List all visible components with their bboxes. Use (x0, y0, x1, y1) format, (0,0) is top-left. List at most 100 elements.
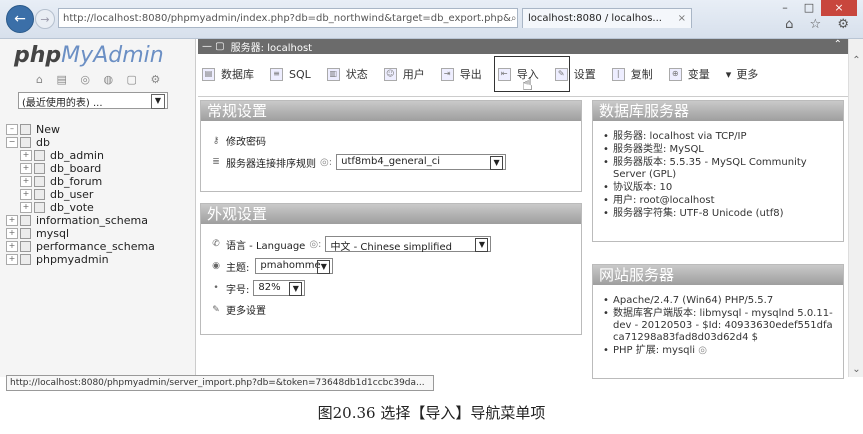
navigation-panel: phpMyAdmin ⌂ ▤ ◎ ◍ ▢ ⚙ (最近使用的表) ... ▼ – N… (0, 39, 196, 377)
phpmyadmin-logo[interactable]: phpMyAdmin (14, 43, 164, 68)
chevron-down-icon: ▼ (151, 94, 165, 109)
address-bar[interactable]: http://localhost:8080/phpmyadmin/index.p… (58, 8, 518, 28)
web-server-title: 网站服务器 (593, 265, 843, 285)
chevron-down-icon: ▼ (317, 260, 331, 274)
server-info-item: 服务器版本: 5.5.35 - MySQL Community Server (… (603, 157, 833, 181)
browser-toolbar: ← → http://localhost:8080/phpmyadmin/ind… (0, 0, 863, 39)
scroll-down-icon[interactable]: ⌄ (849, 364, 863, 375)
menu-databases[interactable]: ▤ 数据库 (202, 66, 254, 82)
forward-button[interactable]: → (35, 9, 55, 29)
menu-users[interactable]: ☺ 用户 (383, 66, 425, 82)
maximize-button[interactable]: □ (797, 0, 821, 16)
tree-item[interactable]: + db_vote (6, 201, 155, 214)
address-tools-icon[interactable]: ⌕ ▾ ↻ (511, 13, 517, 24)
database-icon (20, 215, 31, 226)
export-icon: ⇥ (440, 67, 454, 81)
server-info-item: 服务器类型: MySQL (603, 144, 833, 156)
server-icon: — ▢ (202, 41, 225, 52)
tree-item[interactable]: + db_board (6, 162, 155, 175)
wrench-icon: ✎ (212, 304, 220, 315)
web-server-panel: 网站服务器 Apache/2.4.7 (Win64) PHP/5.5.7 数据库… (592, 264, 844, 379)
quick-links-icons[interactable]: ⌂ ▤ ◎ ◍ ▢ ⚙ (36, 73, 165, 86)
database-icon (34, 163, 45, 174)
variables-icon: ⊕ (668, 67, 682, 81)
expand-icon[interactable]: + (20, 202, 32, 213)
database-server-panel: 数据库服务器 服务器: localhost via TCP/IP 服务器类型: … (592, 100, 844, 242)
expand-icon[interactable]: + (6, 254, 18, 265)
expand-icon[interactable]: + (20, 150, 32, 161)
tab-close-icon[interactable]: × (678, 13, 686, 24)
change-password-link[interactable]: ⚷ 修改密码 (211, 133, 571, 149)
language-icon: ✆ (212, 239, 220, 249)
new-db-icon (20, 124, 31, 135)
expand-icon[interactable]: + (6, 215, 18, 226)
figure-caption: 图20.36 选择【导入】导航菜单项 (317, 404, 546, 422)
tree-item[interactable]: + information_schema (6, 214, 155, 227)
menu-more[interactable]: ▾ 更多 (726, 66, 759, 82)
breadcrumb-server[interactable]: 服务器: localhost (231, 39, 312, 54)
browser-icons[interactable]: ⌂ ☆ ⚙ (785, 17, 855, 32)
expand-icon[interactable]: + (20, 163, 32, 174)
minimize-button[interactable]: – (773, 0, 797, 16)
menu-replication[interactable]: | 复制 (611, 66, 653, 82)
tree-item[interactable]: – New (6, 123, 155, 136)
theme-icon: ◉ (212, 261, 220, 271)
database-icon (34, 202, 45, 213)
vertical-scrollbar[interactable]: ⌃ ⌄ (848, 39, 863, 377)
browser-window: ← → http://localhost:8080/phpmyadmin/ind… (0, 0, 863, 398)
database-icon (34, 189, 45, 200)
collation-select[interactable]: utf8mb4_general_ci ▼ (336, 154, 507, 170)
users-icon: ☺ (383, 67, 397, 81)
address-url: http://localhost:8080/phpmyadmin/index.p… (63, 12, 511, 24)
menu-status[interactable]: ▥ 状态 (326, 66, 368, 82)
theme-select[interactable]: pmahomme ▼ (255, 258, 334, 274)
collapse-icon[interactable]: − (6, 137, 18, 148)
recent-tables-select[interactable]: (最近使用的表) ... ▼ (18, 92, 168, 109)
chevron-down-icon: ▼ (289, 282, 303, 296)
collation-label: 服务器连接排序规则 (226, 158, 316, 170)
tree-item[interactable]: + mysql (6, 227, 155, 240)
appearance-settings-title: 外观设置 (201, 204, 581, 224)
back-button[interactable]: ← (6, 5, 34, 33)
expand-icon[interactable]: + (6, 228, 18, 239)
tree-item[interactable]: − db (6, 136, 155, 149)
fontsize-select[interactable]: 82% ▼ (253, 280, 306, 296)
tab-title: localhost:8080 / localhos... (528, 13, 662, 24)
expand-icon[interactable]: + (6, 241, 18, 252)
web-info-item: Apache/2.4.7 (Win64) PHP/5.5.7 (603, 295, 833, 307)
menu-variables[interactable]: ⊕ 变量 (668, 66, 710, 82)
web-info-item: 数据库客户端版本: libmysql - mysqlnd 5.0.11-dev … (603, 308, 833, 344)
collapse-icon[interactable]: ⌃ (834, 39, 842, 50)
menu-sql[interactable]: ≡ SQL (270, 66, 311, 82)
chevron-down-icon: ▾ (725, 67, 732, 81)
help-icon[interactable]: ◎ (698, 345, 707, 356)
tree-item[interactable]: + db_admin (6, 149, 155, 162)
scroll-up-icon[interactable]: ⌃ (849, 55, 863, 66)
help-icon[interactable]: ◎: (320, 157, 332, 168)
web-info-item: PHP 扩展: mysqli ◎ (603, 345, 833, 357)
bullet-icon: • (213, 283, 219, 293)
tree-item[interactable]: + db_forum (6, 175, 155, 188)
tree-item[interactable]: + db_user (6, 188, 155, 201)
expand-icon[interactable]: + (20, 189, 32, 200)
hand-cursor-icon: ☝ (522, 74, 533, 95)
help-icon[interactable]: ◎: (309, 239, 321, 250)
window-controls: – □ × (773, 0, 857, 16)
theme-label: 主题: (226, 262, 250, 274)
tree-item[interactable]: + performance_schema (6, 240, 155, 253)
menu-export[interactable]: ⇥ 导出 (440, 66, 482, 82)
server-info-item: 服务器字符集: UTF-8 Unicode (utf8) (603, 208, 833, 220)
database-icon (20, 228, 31, 239)
tree-line-icon: – (6, 124, 18, 135)
more-settings-link[interactable]: ✎ 更多设置 (211, 302, 571, 318)
browser-tab[interactable]: localhost:8080 / localhos... × (522, 8, 692, 28)
close-button[interactable]: × (821, 0, 857, 16)
database-icon (20, 254, 31, 265)
status-bar: http://localhost:8080/phpmyadmin/server_… (6, 375, 434, 391)
language-select[interactable]: 中文 - Chinese simplified ▼ (325, 236, 492, 253)
tree-item[interactable]: + phpmyadmin (6, 253, 155, 266)
database-icon (34, 150, 45, 161)
expand-icon[interactable]: + (20, 176, 32, 187)
database-icon (20, 241, 31, 252)
database-tree: – New − db + db_admin + db_board + db_forum +… (6, 123, 155, 266)
